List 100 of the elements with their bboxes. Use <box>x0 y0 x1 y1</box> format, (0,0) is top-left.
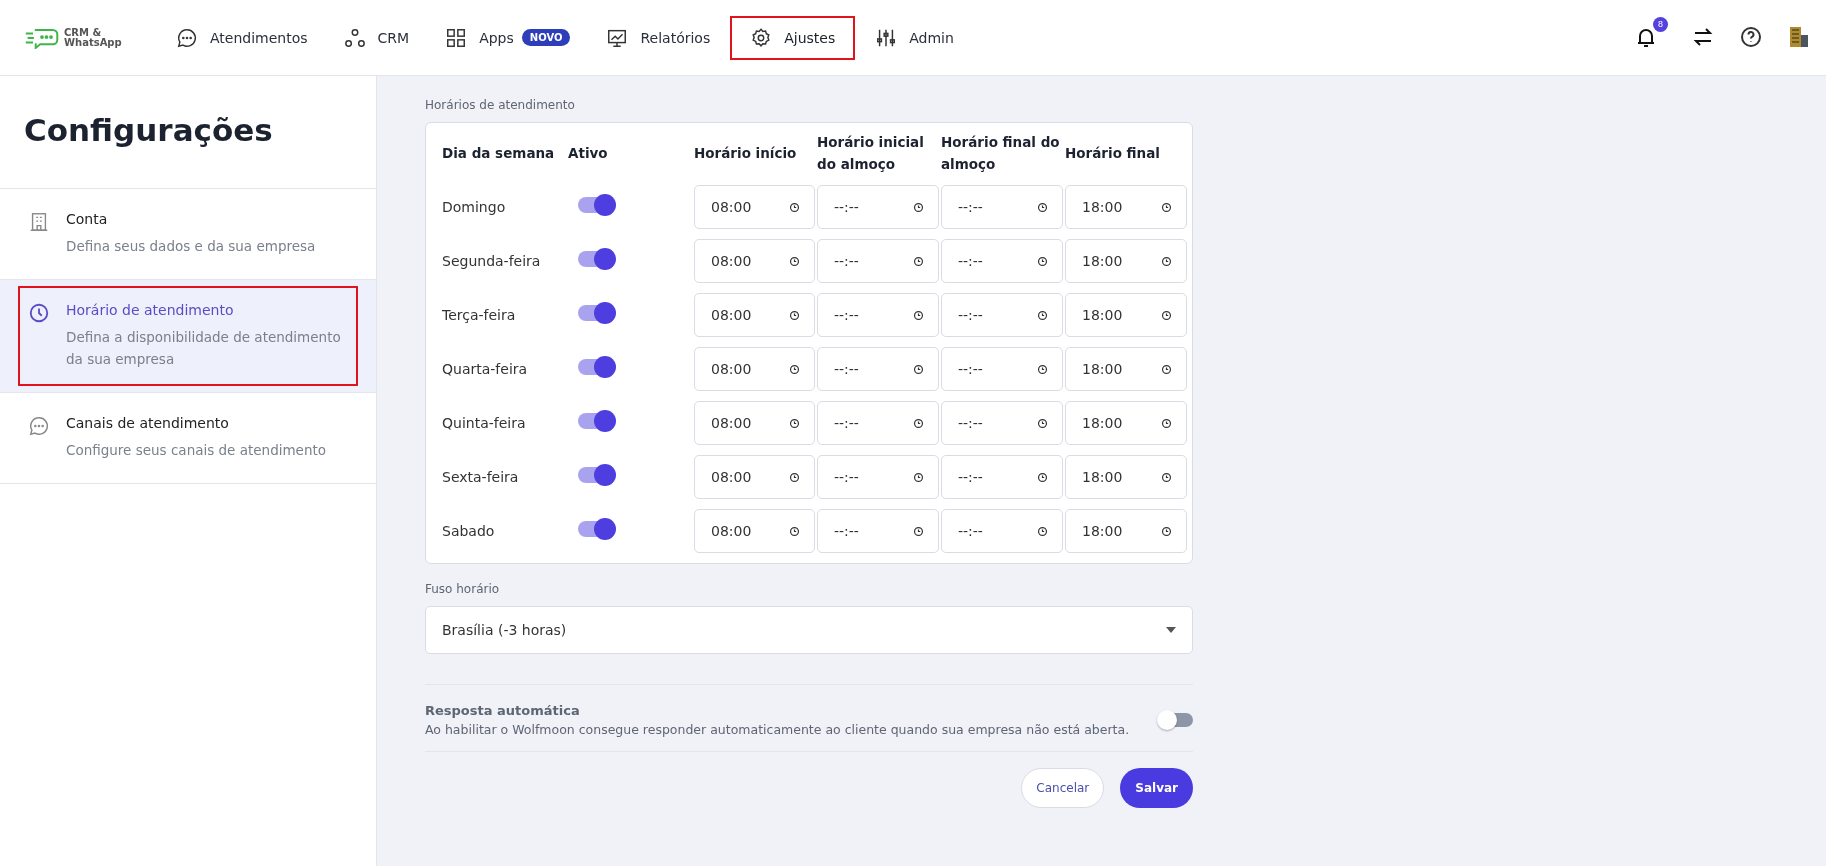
menu-item-description: Defina a disponibilidade de atendimento da sua empresa <box>66 328 342 369</box>
section-label: Fuso horário <box>425 582 501 596</box>
time-field[interactable]: 08:00 <box>694 509 815 553</box>
time-field[interactable]: 18:00 <box>1065 455 1187 499</box>
clock-icon <box>1037 255 1048 267</box>
time-field[interactable]: --:-- <box>941 239 1063 283</box>
column-header: Horário final <box>1065 144 1161 163</box>
weekday-label: Quarta-feira <box>442 361 529 377</box>
time-field[interactable]: 18:00 <box>1065 293 1187 337</box>
clock-icon <box>789 309 800 321</box>
weekday-label: Sexta-feira <box>442 469 520 485</box>
time-field[interactable]: --:-- <box>817 455 939 499</box>
time-field[interactable]: --:-- <box>817 185 939 229</box>
active-toggle[interactable] <box>578 413 614 429</box>
nav-item[interactable]: Atendimentos <box>160 15 324 60</box>
notification-count: 8 <box>1653 16 1668 32</box>
clock-icon <box>913 309 924 321</box>
help-icon <box>1739 24 1763 49</box>
clock-icon <box>789 255 800 267</box>
settings-menu-item[interactable]: Canais de atendimento Configure seus canais de atendimento <box>0 393 376 484</box>
clock-icon <box>913 417 924 429</box>
nav-item[interactable]: Apps NOVO <box>429 15 587 60</box>
menu-item-description: Defina seus dados e da sua empresa <box>66 237 317 256</box>
time-field[interactable]: 18:00 <box>1065 509 1187 553</box>
clock-icon <box>913 201 924 213</box>
clock-icon <box>1037 363 1048 375</box>
time-field[interactable]: 08:00 <box>694 401 815 445</box>
weekday-label: Sabado <box>442 523 496 539</box>
time-field[interactable]: --:-- <box>941 347 1063 391</box>
settings-menu-item[interactable]: Horário de atendimento Defina a disponibilidade de atendimento da sua empresa <box>0 280 376 393</box>
clock-icon <box>1037 417 1048 429</box>
time-field[interactable]: 08:00 <box>694 185 815 229</box>
page-title: Configurações <box>0 76 376 189</box>
time-field[interactable]: 08:00 <box>694 455 815 499</box>
clock-icon <box>789 417 800 429</box>
clock-icon <box>1037 309 1048 321</box>
clock-icon <box>1161 471 1172 483</box>
time-field[interactable]: 18:00 <box>1065 239 1187 283</box>
active-toggle[interactable] <box>578 305 614 321</box>
clock-icon <box>789 201 800 213</box>
auto-reply-toggle[interactable] <box>1159 713 1193 727</box>
time-field[interactable]: --:-- <box>817 509 939 553</box>
time-field[interactable]: --:-- <box>817 239 939 283</box>
clock-icon <box>1161 363 1172 375</box>
column-header: Horário inicial do almoço <box>817 133 925 174</box>
time-field[interactable]: --:-- <box>817 347 939 391</box>
clock-icon <box>789 525 800 537</box>
clock-icon <box>28 302 50 324</box>
chat-bubble-icon <box>28 415 50 437</box>
time-field[interactable]: 08:00 <box>694 239 815 283</box>
settings-icon <box>750 26 773 49</box>
clock-icon <box>1161 417 1172 429</box>
clock-icon <box>1161 309 1172 321</box>
save-button[interactable]: Salvar <box>1120 768 1193 808</box>
clock-icon <box>1037 471 1048 483</box>
nav-item[interactable]: Relatórios <box>590 15 727 60</box>
nav-item[interactable]: CRM <box>327 15 426 60</box>
new-badge: NOVO <box>521 29 571 46</box>
notifications-button[interactable]: 8 <box>1634 16 1668 51</box>
clock-icon <box>913 363 924 375</box>
weekday-label: Domingo <box>442 199 507 215</box>
time-field[interactable]: --:-- <box>817 401 939 445</box>
menu-item-title: Conta <box>66 211 109 227</box>
time-field[interactable]: 08:00 <box>694 347 815 391</box>
time-field[interactable]: --:-- <box>941 293 1063 337</box>
time-field[interactable]: 18:00 <box>1065 185 1187 229</box>
building-icon <box>28 211 50 233</box>
time-field[interactable]: 18:00 <box>1065 401 1187 445</box>
active-toggle[interactable] <box>578 251 614 267</box>
time-field[interactable]: --:-- <box>941 509 1063 553</box>
time-field[interactable]: --:-- <box>941 401 1063 445</box>
menu-item-description: Configure seus canais de atendimento <box>66 441 328 460</box>
grid-icon <box>445 26 468 49</box>
nav-item[interactable]: Admin <box>859 15 970 60</box>
active-toggle[interactable] <box>578 197 614 213</box>
clock-icon <box>913 471 924 483</box>
active-toggle[interactable] <box>578 359 614 375</box>
clock-icon <box>913 255 924 267</box>
active-toggle[interactable] <box>578 467 614 483</box>
clock-icon <box>1161 525 1172 537</box>
clock-icon <box>1161 201 1172 213</box>
timezone-dropdown[interactable]: Brasília (-3 horas) <box>425 606 1193 654</box>
time-field[interactable]: --:-- <box>941 185 1063 229</box>
time-field[interactable]: 18:00 <box>1065 347 1187 391</box>
active-toggle[interactable] <box>578 521 614 537</box>
column-header: Horário final do almoço <box>941 133 1061 174</box>
column-header: Ativo <box>568 144 609 163</box>
caret-icon <box>1166 627 1176 633</box>
column-header: Dia da semana <box>442 144 556 163</box>
nodes-icon <box>343 26 366 49</box>
time-field[interactable]: --:-- <box>941 455 1063 499</box>
time-field[interactable]: --:-- <box>817 293 939 337</box>
clock-icon <box>1037 525 1048 537</box>
clock-icon <box>1161 255 1172 267</box>
buildings-icon <box>1787 24 1811 49</box>
time-field[interactable]: 08:00 <box>694 293 815 337</box>
menu-item-title: Canais de atendimento <box>66 415 230 431</box>
chat-bubble-icon <box>176 26 198 49</box>
nav-item[interactable]: Ajustes <box>730 15 856 60</box>
cancel-button[interactable]: Cancelar <box>1021 768 1105 808</box>
